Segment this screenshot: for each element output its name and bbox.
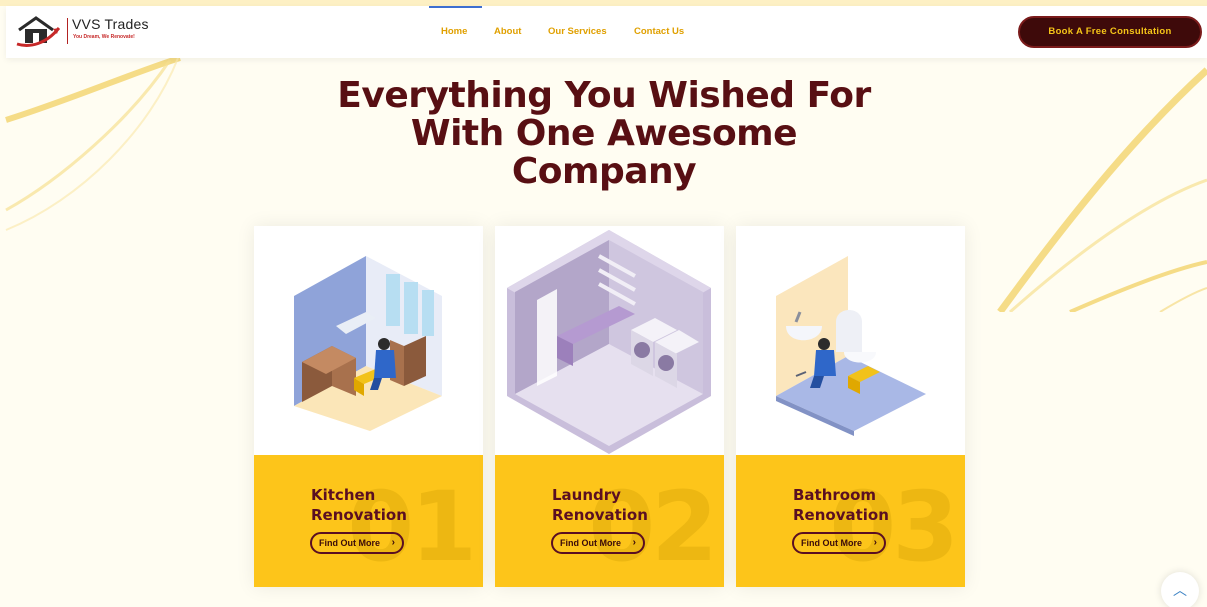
hero-title-line-2: With One Awesome — [410, 113, 798, 154]
card-title-line-2: Renovation — [311, 506, 407, 524]
button-label: Find Out More — [319, 538, 380, 548]
chevron-right-icon: › — [391, 537, 395, 548]
site-header: VVS Trades You Dream, We Renovate! Home … — [6, 6, 1207, 58]
nav-item-home[interactable]: Home — [441, 26, 467, 37]
button-label: Find Out More — [801, 538, 862, 548]
brand-name: VVS Trades — [72, 16, 149, 32]
house-logo-icon — [16, 16, 60, 47]
service-card-kitchen: 01 Kitchen Renovation Find Out More › — [254, 226, 483, 587]
kitchen-renovation-illustration — [294, 256, 442, 431]
bathroom-renovation-illustration — [776, 256, 926, 436]
nav-item-about[interactable]: About — [494, 26, 521, 37]
card-title: Laundry Renovation — [552, 485, 712, 525]
card-panel: 01 Kitchen Renovation Find Out More › — [254, 455, 483, 587]
card-panel: 02 Laundry Renovation Find Out More › — [495, 455, 724, 587]
find-out-more-button[interactable]: Find Out More › — [792, 532, 886, 554]
card-title-line-1: Kitchen — [311, 486, 376, 504]
hero-title-line-1: Everything You Wished For — [337, 75, 871, 116]
card-image — [736, 226, 965, 455]
chevron-right-icon: › — [873, 537, 877, 548]
brand-tagline: You Dream, We Renovate! — [73, 34, 135, 40]
brand-logo[interactable]: VVS Trades You Dream, We Renovate! — [16, 14, 156, 50]
card-image — [495, 226, 724, 455]
nav-active-indicator — [429, 6, 482, 8]
scroll-to-top-button[interactable]: ︿ — [1161, 572, 1199, 607]
nav-item-our-services[interactable]: Our Services — [548, 26, 607, 37]
hero-title: Everything You Wished For With One Aweso… — [304, 77, 904, 191]
find-out-more-button[interactable]: Find Out More › — [551, 532, 645, 554]
card-title-line-2: Renovation — [793, 506, 889, 524]
card-title: Bathroom Renovation — [793, 485, 953, 525]
laundry-room-illustration — [507, 230, 711, 454]
service-card-bathroom: 03 Bathroom Renovation Find Out More › — [736, 226, 965, 587]
chevron-up-icon: ︿ — [1173, 583, 1187, 599]
nav-item-contact-us[interactable]: Contact Us — [634, 26, 684, 37]
card-title-line-1: Bathroom — [793, 486, 877, 504]
card-title-line-2: Renovation — [552, 506, 648, 524]
card-title: Kitchen Renovation — [311, 485, 471, 525]
book-consultation-button[interactable]: Book A Free Consultation — [1018, 16, 1202, 48]
chevron-right-icon: › — [632, 537, 636, 548]
service-card-laundry: 02 Laundry Renovation Find Out More › — [495, 226, 724, 587]
button-label: Find Out More — [560, 538, 621, 548]
hero-title-line-3: Company — [511, 151, 697, 192]
card-panel: 03 Bathroom Renovation Find Out More › — [736, 455, 965, 587]
logo-divider — [67, 18, 68, 44]
card-image — [254, 226, 483, 455]
card-title-line-1: Laundry — [552, 486, 621, 504]
find-out-more-button[interactable]: Find Out More › — [310, 532, 404, 554]
